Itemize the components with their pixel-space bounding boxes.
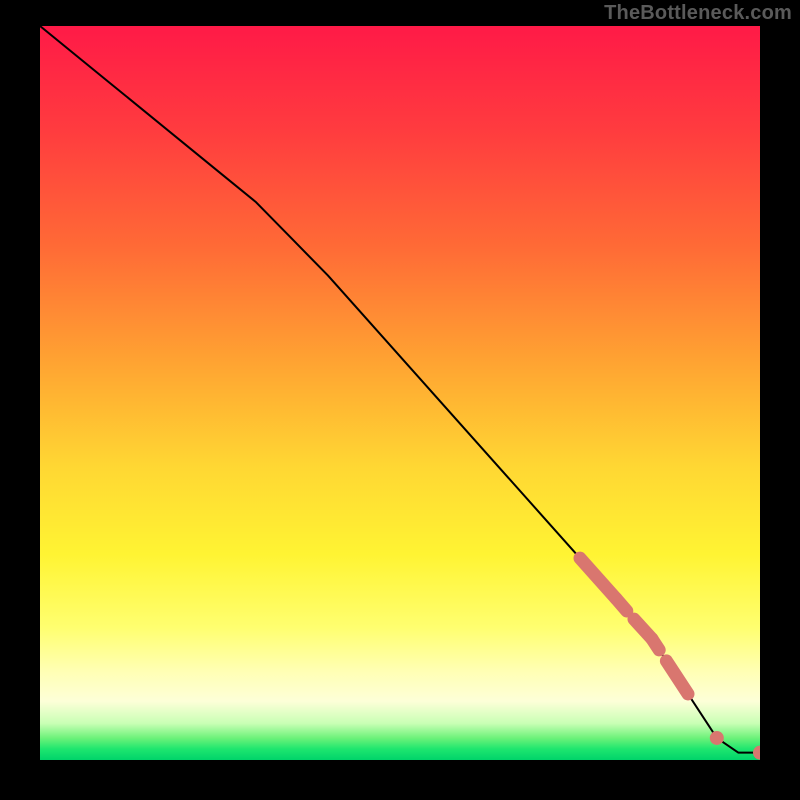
- end-markers: [710, 731, 760, 760]
- highlight-segment: [652, 639, 659, 650]
- plot-area: [40, 26, 760, 760]
- marker-dot: [753, 746, 760, 760]
- highlight-segment: [580, 558, 616, 598]
- chart-svg: [40, 26, 760, 760]
- watermark-text: TheBottleneck.com: [604, 2, 792, 25]
- highlight-segments: [580, 558, 688, 694]
- marker-dot: [710, 731, 724, 745]
- highlight-segment: [666, 661, 688, 694]
- highlight-segment: [616, 599, 627, 611]
